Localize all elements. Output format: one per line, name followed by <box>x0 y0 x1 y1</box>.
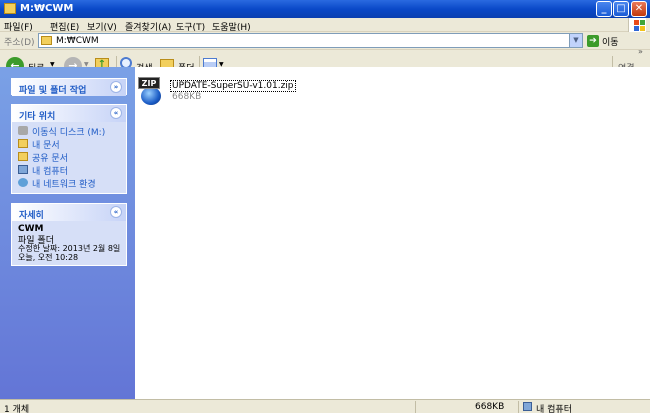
panel-title: 기타 위치 <box>19 112 56 122</box>
computer-icon <box>18 165 28 174</box>
place-label: 내 문서 <box>32 141 60 151</box>
address-bar: 주소(D) M:₩CWM ▼ ➔ 이동 <box>0 32 650 50</box>
file-item[interactable]: ZIP UPDATE-SuperSU-v1.01.zip 668KB <box>138 77 296 117</box>
chevron-right-icon[interactable]: » <box>638 47 643 56</box>
panel-title: 자세히 <box>19 211 44 221</box>
place-label: 내 네트워크 환경 <box>32 180 96 190</box>
documents-icon <box>18 139 28 148</box>
detail-modified: 수정한 날짜: 2013년 2월 8일 오늘, 오전 10:28 <box>18 244 121 262</box>
status-count: 1 개체 <box>4 405 30 415</box>
minimize-button[interactable]: _ <box>596 1 612 17</box>
place-label: 공유 문서 <box>32 154 68 164</box>
collapse-icon[interactable]: « <box>110 107 122 119</box>
close-button[interactable]: ✕ <box>631 1 647 17</box>
panel-header[interactable]: 자세히 « <box>12 204 126 221</box>
address-label: 주소(D) <box>4 38 35 48</box>
details-panel: 자세히 « CWM 파일 폴더 수정한 날짜: 2013년 2월 8일 오늘, … <box>11 203 127 266</box>
windows-logo-icon <box>628 18 646 32</box>
separator <box>415 401 416 413</box>
separator <box>518 401 519 413</box>
menu-bar: 파일(F) 편집(E) 보기(V) 즐겨찾기(A) 도구(T) 도움말(H) <box>0 18 650 33</box>
status-bar: 1 개체 668KB 내 컴퓨터 <box>0 399 650 415</box>
zip-icon: ZIP <box>138 77 164 107</box>
place-label: 이동식 디스크 (M:) <box>32 128 106 138</box>
shared-folder-icon <box>18 152 28 161</box>
other-places-panel: 기타 위치 « 이동식 디스크 (M:) 내 문서 공유 문서 내 컴퓨터 내 … <box>11 104 127 194</box>
go-arrow-icon: ➔ <box>587 35 599 47</box>
file-list[interactable]: ZIP UPDATE-SuperSU-v1.01.zip 668KB <box>135 67 650 399</box>
go-label: 이동 <box>602 38 619 48</box>
file-folder-tasks-panel: 파일 및 폴더 작업 » <box>11 78 127 96</box>
expand-icon[interactable]: » <box>110 81 122 93</box>
panel-header[interactable]: 파일 및 폴더 작업 » <box>12 79 126 96</box>
place-label: 내 컴퓨터 <box>32 167 68 177</box>
file-size: 668KB <box>172 92 202 102</box>
folder-icon <box>41 36 52 45</box>
title-bar[interactable]: M:₩CWM _ □ ✕ <box>0 0 650 18</box>
status-size: 668KB <box>475 402 505 412</box>
chevron-down-icon[interactable]: ▼ <box>569 34 582 47</box>
window-title: M:₩CWM <box>20 3 74 14</box>
task-pane: 파일 및 폴더 작업 » 기타 위치 « 이동식 디스크 (M:) 내 문서 공… <box>0 67 135 399</box>
panel-title: 파일 및 폴더 작업 <box>19 86 87 96</box>
status-location: 내 컴퓨터 <box>536 405 572 415</box>
address-input[interactable]: M:₩CWM ▼ <box>38 33 583 48</box>
folder-icon <box>4 3 16 14</box>
maximize-button[interactable]: □ <box>613 1 629 17</box>
drive-icon <box>18 126 28 135</box>
address-value: M:₩CWM <box>56 36 99 46</box>
collapse-icon[interactable]: « <box>110 206 122 218</box>
computer-icon <box>523 402 532 411</box>
panel-header[interactable]: 기타 위치 « <box>12 105 126 122</box>
network-icon <box>18 178 28 187</box>
file-name: UPDATE-SuperSU-v1.01.zip <box>170 80 296 92</box>
